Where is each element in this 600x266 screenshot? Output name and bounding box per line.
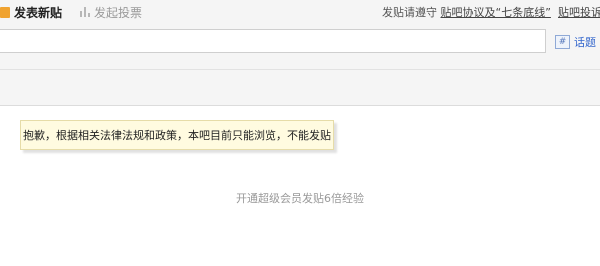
- chart-icon: [80, 6, 90, 18]
- complaint-link[interactable]: 贴吧投诉: [558, 4, 600, 20]
- restriction-notice: 抱歉，根据相关法律法规和政策，本吧目前只能浏览，不能发贴: [20, 120, 334, 150]
- top-bar: 发表新贴 发起投票 发贴请遵守 贴吧协议及“七条底线” 贴吧投诉: [0, 0, 600, 26]
- hashtag-icon: #: [555, 35, 570, 49]
- tab-start-vote-label: 发起投票: [94, 5, 143, 20]
- post-title-input[interactable]: [0, 29, 546, 53]
- vip-promo-text: 开通超级会员发贴6倍经验: [236, 192, 364, 205]
- tab-new-post-label: 发表新贴: [14, 5, 63, 20]
- topic-label: 话题: [574, 36, 596, 49]
- pencil-icon: [0, 6, 10, 18]
- tab-start-vote[interactable]: 发起投票: [80, 3, 142, 21]
- agreement-link[interactable]: 贴吧协议及“七条底线”: [441, 6, 551, 19]
- rules-prefix: 发贴请遵守: [382, 6, 441, 19]
- divider: [0, 69, 600, 70]
- posting-rules: 发贴请遵守 贴吧协议及“七条底线”: [382, 4, 551, 20]
- topic-button[interactable]: # 话题: [555, 34, 596, 50]
- tab-new-post[interactable]: 发表新贴: [0, 3, 62, 21]
